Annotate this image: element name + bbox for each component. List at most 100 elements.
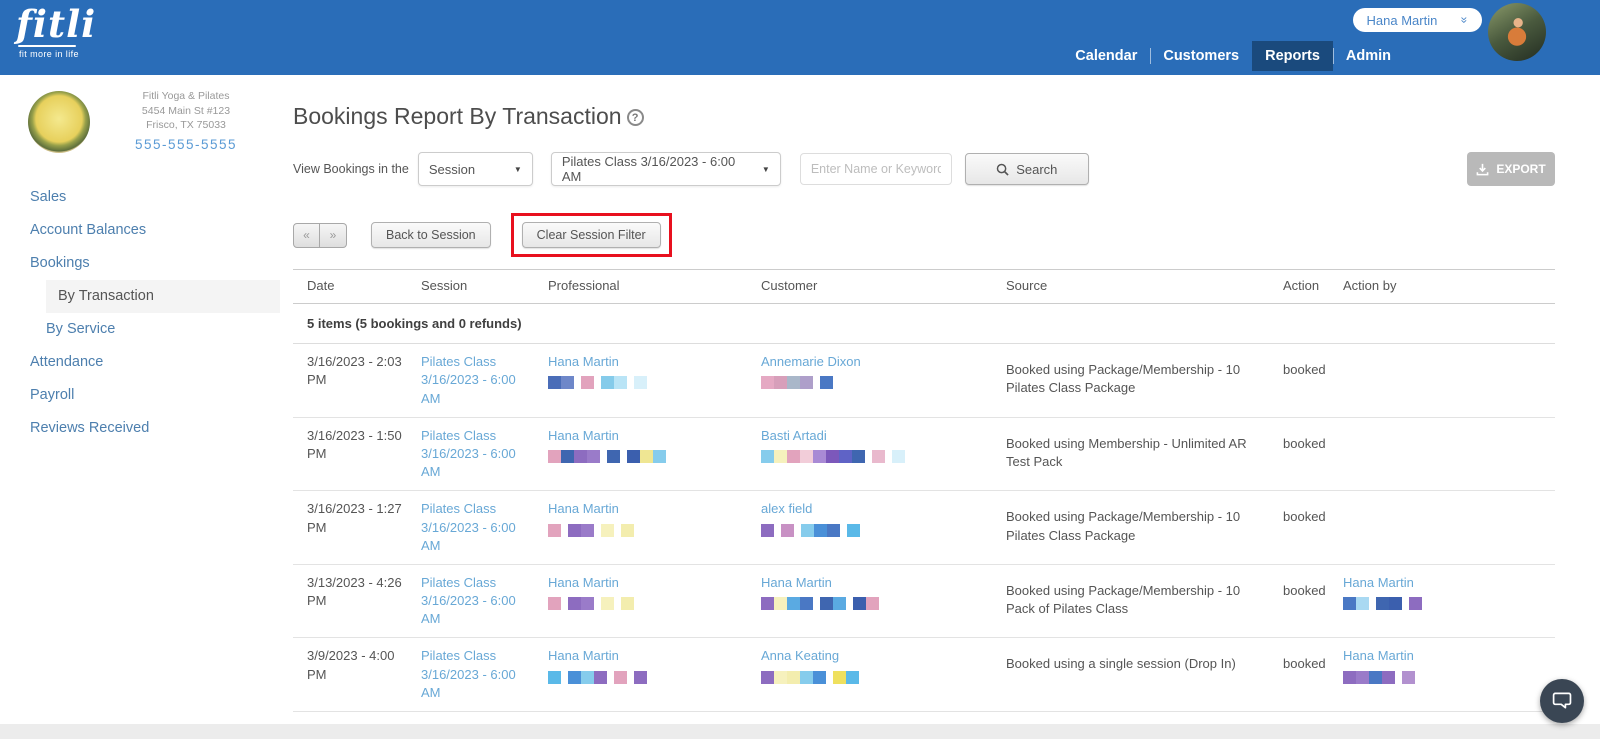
help-icon[interactable]: ?: [626, 109, 644, 126]
session-link[interactable]: Pilates Class 3/16/2023 - 6:00 AM: [421, 427, 532, 482]
bookings-table: Date Session Professional Customer Source Act…: [293, 269, 1555, 712]
cell-date: 3/16/2023 - 2:03 PM: [307, 354, 402, 388]
color-swatch: [640, 449, 653, 463]
customer-color-swatches: [761, 376, 990, 390]
sidebar-item-by-transaction[interactable]: By Transaction: [46, 279, 280, 313]
customer-link[interactable]: Basti Artadi: [761, 427, 827, 445]
nav-reports[interactable]: Reports: [1252, 41, 1333, 71]
professional-link[interactable]: Hana Martin: [548, 500, 619, 518]
keyword-input[interactable]: [799, 153, 952, 185]
color-swatch: [801, 523, 814, 537]
fitli-logo[interactable]: fitli fit more in life: [16, 5, 96, 59]
action-by-link[interactable]: Hana Martin: [1343, 647, 1414, 665]
color-swatch: [568, 597, 581, 611]
cell-source: Booked using a single session (Drop In): [1006, 656, 1236, 672]
nav-calendar[interactable]: Calendar: [1062, 41, 1150, 71]
swatch-group: [1343, 670, 1395, 684]
column-header-source: Source: [1006, 278, 1048, 293]
professional-color-swatches: [548, 597, 745, 611]
export-button[interactable]: EXPORT: [1467, 152, 1555, 186]
chat-launcher-button[interactable]: [1540, 679, 1584, 723]
swatch-group: [1402, 670, 1415, 684]
color-swatch: [847, 523, 860, 537]
sidebar-item-account-balances[interactable]: Account Balances: [0, 214, 280, 247]
view-mode-value: Session: [428, 161, 476, 177]
session-link[interactable]: Pilates Class 3/16/2023 - 6:00 AM: [421, 500, 532, 555]
swatch-group: [548, 449, 600, 463]
sidebar-item-by-service[interactable]: By Service: [0, 313, 280, 346]
swatch-group: [1409, 597, 1422, 611]
customer-link[interactable]: alex field: [761, 500, 812, 518]
professional-link[interactable]: Hana Martin: [548, 647, 619, 665]
sidebar-item-attendance[interactable]: Attendance: [0, 346, 280, 379]
color-swatch: [621, 597, 634, 611]
red-annotation-box: Clear Session Filter: [510, 213, 672, 257]
cell-date: 3/13/2023 - 4:26 PM: [307, 574, 402, 609]
session-link[interactable]: Pilates Class 3/16/2023 - 6:00 AM: [421, 647, 532, 702]
sidebar-item-sales[interactable]: Sales: [0, 181, 280, 214]
prev-page-button[interactable]: «: [293, 222, 320, 248]
customer-link[interactable]: Annemarie Dixon: [761, 353, 861, 371]
action-by-color-swatches: [1343, 597, 1539, 611]
swatch-group: [601, 523, 614, 537]
clear-session-filter-button[interactable]: Clear Session Filter: [521, 222, 661, 248]
color-swatch: [787, 376, 800, 390]
color-swatch: [601, 597, 614, 611]
business-name: Fitli Yoga & Pilates: [142, 90, 230, 102]
color-swatch: [1382, 670, 1395, 684]
color-swatch: [761, 670, 774, 684]
swatch-group: [634, 376, 647, 390]
color-swatch: [548, 597, 561, 611]
swatch-group: [548, 376, 574, 390]
session-link[interactable]: Pilates Class 3/16/2023 - 6:00 AM: [421, 353, 532, 408]
swatch-group: [761, 597, 813, 611]
swatch-group: [568, 523, 594, 537]
swatch-group: [621, 597, 634, 611]
chat-bubble-icon: [1552, 692, 1572, 709]
color-swatch: [853, 597, 866, 611]
avatar[interactable]: [1488, 3, 1546, 61]
sidebar-item-payroll[interactable]: Payroll: [0, 379, 280, 412]
color-swatch: [839, 449, 852, 463]
nav-admin[interactable]: Admin: [1332, 41, 1404, 71]
cell-action: booked: [1283, 362, 1326, 378]
view-mode-select[interactable]: Session ▼: [417, 152, 533, 186]
back-to-session-button[interactable]: Back to Session: [371, 222, 491, 248]
customer-link[interactable]: Anna Keating: [761, 647, 839, 665]
user-menu[interactable]: Hana Martin »: [1352, 8, 1482, 32]
color-swatch: [800, 597, 813, 611]
sidebar-item-bookings[interactable]: Bookings: [0, 247, 280, 280]
next-page-button[interactable]: »: [320, 222, 347, 248]
color-swatch: [813, 670, 826, 684]
sidebar-item-reviews-received[interactable]: Reviews Received: [0, 412, 280, 445]
color-swatch: [1343, 670, 1356, 684]
business-address-2: Frisco, TX 75033: [146, 119, 226, 132]
swatch-group: [568, 670, 607, 684]
swatch-group: [548, 670, 561, 684]
color-swatch: [634, 670, 647, 684]
search-button[interactable]: Search: [964, 153, 1089, 185]
swatch-group: [1343, 597, 1369, 611]
color-swatch: [561, 449, 574, 463]
color-swatch: [634, 376, 647, 390]
swatch-group: [601, 597, 614, 611]
nav-customers[interactable]: Customers: [1150, 41, 1252, 71]
color-swatch: [820, 376, 833, 390]
color-swatch: [846, 670, 859, 684]
swatch-group: [621, 523, 634, 537]
professional-link[interactable]: Hana Martin: [548, 574, 619, 592]
session-link[interactable]: Pilates Class 3/16/2023 - 6:00 AM: [421, 574, 532, 629]
customer-link[interactable]: Hana Martin: [761, 574, 832, 592]
professional-link[interactable]: Hana Martin: [548, 353, 619, 371]
action-by-link[interactable]: Hana Martin: [1343, 574, 1414, 592]
table-summary: 5 items (5 bookings and 0 refunds): [293, 304, 1555, 345]
business-logo: [28, 90, 90, 153]
swatch-group: [892, 449, 905, 463]
session-select[interactable]: Pilates Class 3/16/2023 - 6:00 AM ▼: [550, 152, 781, 186]
column-header-date: Date: [307, 278, 335, 293]
color-swatch: [1356, 670, 1369, 684]
color-swatch: [581, 670, 594, 684]
professional-link[interactable]: Hana Martin: [548, 427, 619, 445]
cell-date: 3/16/2023 - 1:27 PM: [307, 501, 402, 535]
color-swatch: [826, 449, 839, 463]
